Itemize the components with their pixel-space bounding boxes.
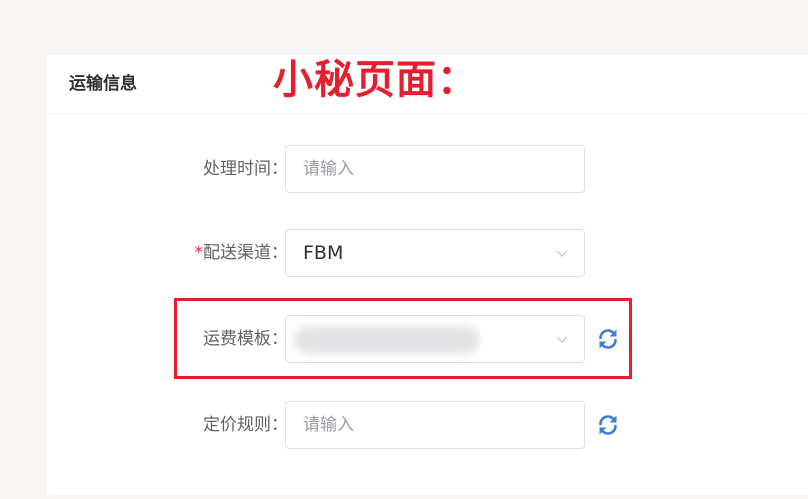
processing-time-row: 处理时间： 请输入 — [47, 145, 808, 193]
shipping-info-card: 运输信息 小秘页面： 处理时间： 请输入 *配送渠道： FBM 运费模板： 定价… — [47, 55, 808, 495]
pricing-rule-row: 定价规则： 请输入 — [47, 401, 808, 449]
processing-time-placeholder: 请输入 — [303, 159, 354, 179]
chevron-down-icon — [556, 250, 568, 257]
shipping-channel-label-group: *配送渠道： — [195, 229, 289, 277]
shipping-channel-value: FBM — [303, 242, 344, 264]
required-mark: * — [194, 243, 204, 263]
processing-time-label: 处理时间： — [203, 159, 288, 179]
highlight-box — [174, 298, 632, 379]
pricing-rule-label: 定价规则： — [203, 415, 288, 435]
card-header: 运输信息 小秘页面： — [47, 55, 808, 114]
shipping-channel-label: 配送渠道： — [203, 243, 288, 263]
shipping-channel-select[interactable]: FBM — [285, 229, 585, 277]
card-title: 运输信息 — [69, 74, 137, 94]
shipping-channel-row: *配送渠道： FBM — [47, 229, 808, 277]
refresh-icon[interactable] — [596, 413, 620, 437]
annotation-text: 小秘页面： — [273, 57, 478, 103]
pricing-rule-placeholder: 请输入 — [303, 415, 354, 435]
pricing-rule-input[interactable]: 请输入 — [285, 401, 585, 449]
processing-time-input[interactable]: 请输入 — [285, 145, 585, 193]
